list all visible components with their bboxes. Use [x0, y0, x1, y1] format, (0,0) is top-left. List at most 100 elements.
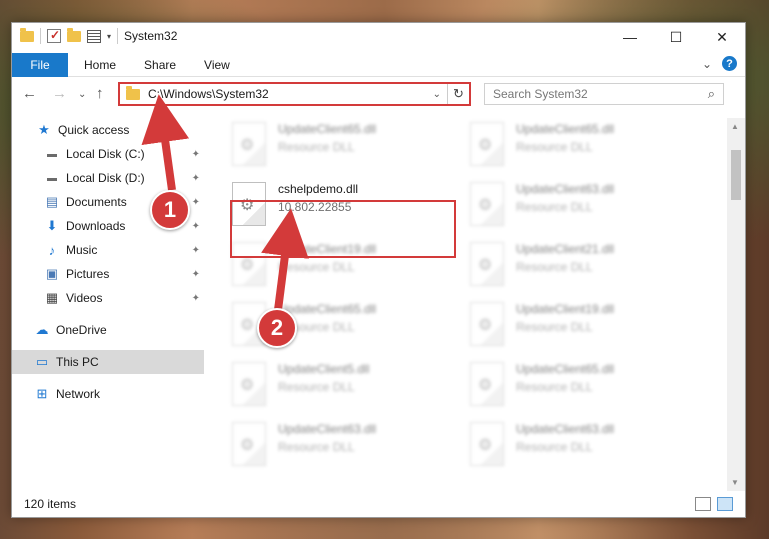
customize-toolbar-chevron-icon[interactable]: ▾	[107, 32, 111, 41]
computer-icon: ▭	[35, 354, 49, 369]
file-item[interactable]: UpdateClient65.dll Resource DLL	[448, 118, 678, 172]
file-name: UpdateClient63.dll	[278, 422, 377, 436]
pin-icon[interactable]: ✦	[192, 173, 200, 184]
scroll-up-icon[interactable]: ▲	[731, 122, 739, 131]
pin-icon[interactable]: ✦	[192, 269, 200, 280]
search-placeholder: Search System32	[493, 87, 588, 101]
sidebar-item-videos[interactable]: ▦ Videos ✦	[12, 286, 204, 310]
quick-access-toolbar: ▾ System32	[20, 27, 177, 44]
file-description: Resource DLL	[516, 140, 593, 154]
minimize-button[interactable]: —	[607, 23, 653, 51]
dll-file-icon	[470, 182, 504, 226]
file-item[interactable]: UpdateClient19.dll Resource DLL	[448, 298, 678, 352]
file-list: UpdateClient65.dll Resource DLL UpdateCli…	[210, 118, 727, 491]
dll-file-icon	[232, 422, 266, 466]
dll-file-icon	[470, 422, 504, 466]
expand-ribbon-chevron-icon[interactable]: ⌄	[702, 57, 712, 71]
scrollbar-thumb[interactable]	[731, 150, 741, 200]
back-button[interactable]: ←	[22, 85, 37, 102]
forward-button[interactable]: →	[52, 85, 67, 102]
close-button[interactable]: ✕	[699, 23, 745, 51]
file-name: UpdateClient65.dll	[516, 122, 615, 136]
toolbar-divider	[117, 28, 119, 44]
step-badge-2: 2	[257, 308, 297, 348]
recent-locations-chevron-icon[interactable]: ⌄	[78, 89, 86, 100]
dll-file-icon	[470, 122, 504, 166]
address-path[interactable]: C:\Windows\System32	[148, 87, 433, 101]
music-icon: ♪	[48, 242, 56, 258]
view-toggle	[695, 497, 733, 511]
sidebar-item-label: Documents	[66, 195, 127, 209]
file-item[interactable]: UpdateClient63.dll Resource DLL	[210, 418, 440, 472]
ribbon: File Home Share View ⌄ ?	[12, 51, 745, 77]
sidebar-item-local-disk-d[interactable]: ▬ Local Disk (D:) ✦	[12, 166, 204, 190]
file-item[interactable]: UpdateClient65.dll Resource DLL	[210, 118, 440, 172]
sidebar-item-label: Local Disk (D:)	[66, 171, 145, 185]
sidebar-item-label: Videos	[66, 291, 103, 305]
tab-home[interactable]: Home	[70, 53, 130, 77]
large-icons-view-icon[interactable]	[717, 497, 733, 511]
scroll-down-icon[interactable]: ▼	[731, 478, 739, 487]
pin-icon[interactable]: ✦	[192, 221, 200, 232]
address-history-chevron-icon[interactable]: ⌄	[433, 89, 441, 100]
vertical-scrollbar[interactable]: ▲ ▼	[727, 118, 745, 491]
address-bar[interactable]: C:\Windows\System32 ⌄ ↻	[118, 82, 471, 106]
file-name: UpdateClient21.dll	[516, 242, 615, 256]
sidebar-item-label: Network	[56, 387, 101, 401]
ribbon-right: ⌄ ?	[702, 56, 737, 71]
file-description: Resource DLL	[516, 380, 593, 394]
star-icon: ★	[38, 122, 50, 137]
file-item[interactable]: UpdateClient65.dllResource DLL	[448, 358, 678, 412]
dll-file-icon	[232, 362, 266, 406]
file-description: Resource DLL	[278, 380, 355, 394]
sidebar-item-label: Pictures	[66, 267, 110, 281]
sidebar-item-quick-access[interactable]: ★ Quick access	[12, 118, 204, 142]
sidebar-item-pictures[interactable]: ▣ Pictures ✦	[12, 262, 204, 286]
maximize-button[interactable]: ☐	[653, 23, 699, 51]
refresh-button[interactable]: ↻	[447, 84, 469, 104]
file-item[interactable]: UpdateClient63.dll Resource DLL	[448, 418, 678, 472]
file-name: UpdateClient65.dll	[278, 122, 377, 136]
tab-view[interactable]: View	[190, 53, 244, 77]
sidebar-item-music[interactable]: ♪ Music ✦	[12, 238, 204, 262]
pin-icon[interactable]: ✦	[192, 245, 200, 256]
file-name: UpdateClient63.dll	[516, 422, 615, 436]
tab-file[interactable]: File	[12, 53, 68, 77]
item-count: 120 items	[24, 497, 77, 511]
new-folder-icon[interactable]	[67, 27, 81, 42]
file-explorer-window: ▾ System32 — ☐ ✕ File Home Share View ⌄ …	[11, 22, 746, 518]
sidebar-item-label: Local Disk (C:)	[66, 147, 145, 161]
dll-file-icon	[470, 362, 504, 406]
file-item[interactable]: UpdateClient21.dll Resource DLL	[448, 238, 678, 292]
file-item[interactable]: UpdateClient5.dll Resource DLL	[210, 358, 440, 412]
sidebar-item-network[interactable]: ⊞ Network	[12, 382, 204, 406]
properties-icon[interactable]	[87, 29, 101, 43]
file-description: Resource DLL	[278, 140, 355, 154]
sidebar-item-label: Downloads	[66, 219, 126, 233]
help-icon[interactable]: ?	[722, 56, 737, 71]
file-item[interactable]: UpdateClient63.dll Resource DLL	[448, 178, 678, 232]
step-badge-1: 1	[150, 190, 190, 230]
pin-icon[interactable]: ✦	[192, 293, 200, 304]
download-icon: ⬇	[46, 218, 58, 233]
navigation-bar: ← → ⌄ ↑ C:\Windows\System32 ⌄ ↻ Search S…	[12, 78, 745, 110]
cloud-icon: ☁	[35, 322, 49, 337]
search-input[interactable]: Search System32 ⌕	[484, 83, 724, 105]
status-bar: 120 items	[12, 491, 745, 517]
file-item[interactable]: UpdateClient65.dllResource DLL	[210, 298, 440, 352]
pin-icon[interactable]: ✦	[192, 149, 200, 160]
navigation-pane: ★ Quick access ▬ Local Disk (C:) ✦ ▬ Loc…	[12, 118, 204, 491]
pictures-icon: ▣	[45, 266, 59, 281]
file-description: Resource DLL	[278, 440, 355, 454]
sidebar-item-this-pc[interactable]: ▭ This PC	[12, 350, 204, 374]
sidebar-item-local-disk-c[interactable]: ▬ Local Disk (C:) ✦	[12, 142, 204, 166]
window-controls: — ☐ ✕	[607, 23, 745, 51]
properties-check-icon[interactable]	[47, 28, 61, 43]
file-name: UpdateClient65.dll	[278, 302, 377, 316]
details-view-icon[interactable]	[695, 497, 711, 511]
pin-icon[interactable]: ✦	[192, 197, 200, 208]
drive-icon: ▬	[47, 148, 57, 160]
sidebar-item-onedrive[interactable]: ☁ OneDrive	[12, 318, 204, 342]
tab-share[interactable]: Share	[130, 53, 190, 77]
up-button[interactable]: ↑	[96, 85, 104, 102]
